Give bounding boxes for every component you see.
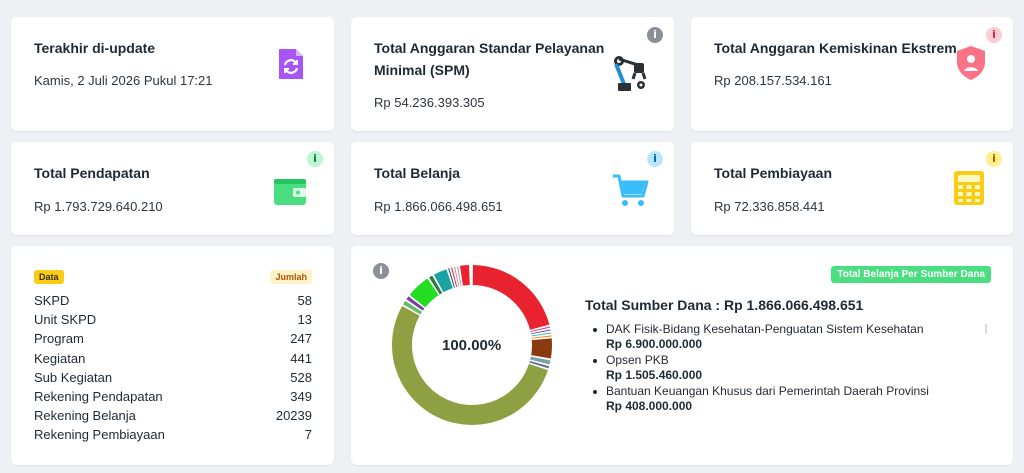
card-title: Total Belanja bbox=[374, 165, 461, 181]
financing-value: Rp 72.336.858.441 bbox=[714, 199, 825, 214]
wallet-icon bbox=[273, 176, 307, 211]
stat-row: Unit SKPD 13 bbox=[34, 312, 312, 331]
stat-value: 20239 bbox=[275, 408, 312, 424]
stat-row: Rekening Pembiayaan 7 bbox=[34, 427, 312, 446]
stat-row: Program 247 bbox=[34, 331, 312, 350]
funding-source-amount: Rp 1.505.460.000 bbox=[606, 368, 703, 382]
stat-value: 528 bbox=[290, 369, 312, 385]
info-icon[interactable]: i bbox=[647, 27, 663, 43]
stat-value: 349 bbox=[290, 389, 312, 404]
stat-label: Rekening Belanja bbox=[34, 408, 136, 424]
data-header-badge: Data bbox=[34, 270, 64, 284]
donut-segment[interactable] bbox=[531, 338, 552, 359]
card-title: Total Pendapatan bbox=[34, 165, 150, 181]
calculator-icon bbox=[953, 170, 985, 211]
last-update-card: Terakhir di-update Kamis, 2 Juli 2026 Pu… bbox=[11, 17, 334, 131]
funding-source-amount: Rp 408.000.000 bbox=[606, 399, 693, 413]
stat-label: SKPD bbox=[34, 293, 70, 308]
stat-label: Rekening Pendapatan bbox=[34, 389, 163, 404]
poverty-budget-value: Rp 208.157.534.161 bbox=[714, 73, 832, 88]
revenue-card: Total Pendapatan Rp 1.793.729.640.210 i bbox=[11, 142, 334, 235]
robotic-arm-icon bbox=[611, 54, 649, 97]
info-icon[interactable]: i bbox=[647, 151, 663, 167]
stat-row: Kegiatan 441 bbox=[34, 351, 312, 370]
funding-source-name: Opsen PKB bbox=[606, 353, 669, 367]
info-icon[interactable]: i bbox=[986, 151, 1002, 167]
stat-label: Rekening Pembiayaan bbox=[34, 427, 165, 443]
card-title-line2: Minimal (SPM) bbox=[374, 62, 470, 78]
info-icon[interactable]: i bbox=[307, 151, 323, 167]
financing-card: Total Pembiayaan Rp 72.336.858.441 i bbox=[691, 142, 1013, 235]
spm-budget-value: Rp 54.236.393.305 bbox=[374, 95, 485, 110]
funding-source-card: i Total Belanja Per Sumber Dana Total Su… bbox=[351, 246, 1013, 465]
bullet bbox=[593, 359, 597, 363]
stat-label: Kegiatan bbox=[34, 350, 86, 366]
stat-value: 58 bbox=[297, 293, 312, 308]
funding-source-name: Bantuan Keuangan Khusus dari Pemerintah … bbox=[606, 384, 929, 398]
last-update-value: Kamis, 2 Juli 2026 Pukul 17:21 bbox=[34, 73, 213, 88]
user-shield-icon bbox=[955, 45, 987, 86]
revenue-value: Rp 1.793.729.640.210 bbox=[34, 199, 163, 214]
poverty-budget-card: Total Anggaran Kemiskinan Ekstrem Rp 208… bbox=[691, 17, 1013, 131]
stat-row: Rekening Pendapatan 349 bbox=[34, 389, 312, 408]
stat-label: Sub Kegiatan bbox=[34, 369, 113, 385]
stat-row: Rekening Belanja 20239 bbox=[34, 408, 312, 427]
total-funding-label: Total Sumber Dana : Rp 1.866.066.498.651 bbox=[585, 297, 864, 313]
file-sync-icon bbox=[277, 47, 305, 86]
funding-chart-title-badge: Total Belanja Per Sumber Dana bbox=[831, 266, 991, 283]
spending-card: Total Belanja Rp 1.866.066.498.651 i bbox=[351, 142, 674, 235]
stat-value: 441 bbox=[290, 350, 312, 366]
bullet bbox=[593, 328, 597, 332]
card-title: Terakhir di-update bbox=[34, 40, 156, 56]
stat-value: 13 bbox=[297, 312, 312, 328]
donut-center-label: 100.00% bbox=[442, 337, 502, 354]
shopping-cart-icon bbox=[611, 172, 649, 213]
stat-value: 7 bbox=[304, 427, 312, 443]
spending-value: Rp 1.866.066.498.651 bbox=[374, 199, 503, 214]
count-header-badge: Jumlah bbox=[270, 270, 312, 284]
funding-source-name: DAK Fisik-Bidang Kesehatan-Penguatan Sis… bbox=[606, 322, 924, 336]
bullet bbox=[593, 390, 597, 394]
card-title-line1: Total Anggaran Standar Pelayanan bbox=[374, 40, 605, 56]
donut-segment[interactable] bbox=[459, 265, 470, 286]
card-title: Total Anggaran Kemiskinan Ekstrem bbox=[714, 40, 957, 56]
stats-card: Data Jumlah SKPD 58 Unit SKPD 13 Program 247 K… bbox=[11, 246, 334, 465]
stat-label: Unit SKPD bbox=[34, 312, 97, 328]
card-title: Total Pembiayaan bbox=[714, 165, 833, 181]
donut-segment[interactable] bbox=[392, 305, 548, 425]
stat-label: Program bbox=[34, 331, 84, 347]
info-icon[interactable]: i bbox=[986, 27, 1002, 43]
donut-segment[interactable] bbox=[451, 267, 458, 288]
stat-row: Sub Kegiatan 528 bbox=[34, 370, 312, 389]
funding-source-amount: Rp 6.900.000.000 bbox=[606, 337, 703, 351]
stat-value: 247 bbox=[290, 331, 312, 347]
stat-row: SKPD 58 bbox=[34, 293, 312, 312]
spm-budget-card: Total Anggaran Standar Pelayanan Minimal… bbox=[351, 17, 674, 131]
scroll-track[interactable] bbox=[985, 324, 988, 414]
donut-segment[interactable] bbox=[472, 265, 550, 330]
